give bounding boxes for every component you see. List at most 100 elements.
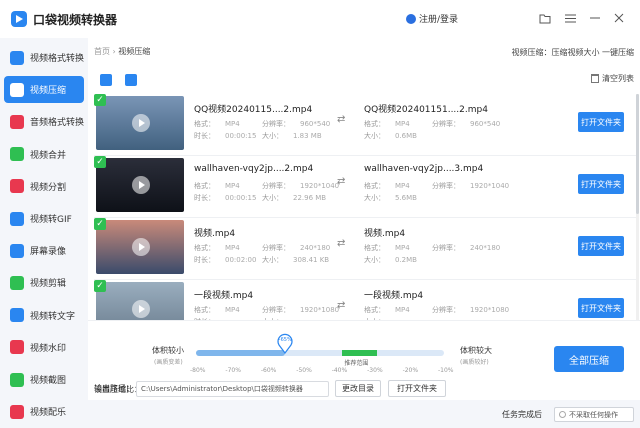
- source-resolution: 分辨率： 1920*1080: [262, 306, 340, 314]
- output-resolution: 分辨率： 960*540: [432, 120, 501, 128]
- slider-tick-label: -10%: [438, 367, 454, 374]
- output-resolution: 分辨率： 240*180: [432, 244, 501, 252]
- play-icon[interactable]: [132, 300, 150, 318]
- sidebar-item[interactable]: 视频格式转换: [4, 44, 84, 71]
- sidebar-item[interactable]: 音频格式转换: [4, 108, 84, 135]
- video-thumbnail[interactable]: [96, 158, 184, 212]
- recommend-range-bar: [342, 350, 378, 356]
- source-resolution: 分辨率： 960*540: [262, 120, 331, 128]
- source-format: 格式： MP4: [194, 306, 240, 314]
- menu-icon[interactable]: [562, 10, 578, 26]
- video-thumbnail[interactable]: [96, 96, 184, 150]
- small-size-sub: (画质变差): [154, 359, 183, 366]
- selected-check-icon[interactable]: ✓: [94, 280, 106, 292]
- output-resolution: 分辨率： 1920*1040: [432, 182, 510, 190]
- file-row: ✓一段视频.mp4格式：MP4分辨率：1920*1080时长：大小：⇄一段视频.…: [94, 280, 636, 320]
- sidebar-item-label: 音频格式转换: [30, 118, 85, 129]
- sidebar-item-label: 视频转GIF: [30, 215, 72, 225]
- sidebar-item-label: 视频剪辑: [30, 279, 67, 290]
- source-file-name: 视频.mp4: [194, 229, 236, 239]
- folder-icon[interactable]: [537, 10, 553, 26]
- source-format: 格式： MP4: [194, 244, 240, 252]
- output-file-name: 视频.mp4: [364, 229, 406, 239]
- output-file-name: wallhaven-vqy2jp....3.mp4: [364, 164, 484, 174]
- play-icon[interactable]: [132, 176, 150, 194]
- source-format: 格式： MP4: [194, 182, 240, 190]
- scrollbar-thumb[interactable]: [636, 94, 639, 214]
- file-list: ✓ QQ视频20240115....2.mp4 格式： MP4 分辨率： 960*540 时…: [94, 94, 636, 320]
- user-icon: [406, 13, 416, 24]
- output-path-label: 输出路径：: [94, 384, 134, 393]
- open-folder-button[interactable]: 打开文件夹: [578, 236, 624, 256]
- app-title: 口袋视频转换器: [33, 12, 118, 27]
- breadcrumb-sep: ›: [112, 47, 116, 56]
- output-file-name: QQ视频2024011​51....2.mp4: [364, 105, 488, 115]
- add-file-icon[interactable]: [100, 74, 112, 86]
- sidebar-item[interactable]: 视频配乐: [4, 398, 84, 425]
- compress-all-button[interactable]: 全部压缩: [554, 346, 624, 372]
- selected-check-icon[interactable]: ✓: [94, 218, 106, 230]
- source-format: 格式： MP4: [194, 120, 240, 128]
- sidebar-item[interactable]: 视频截图: [4, 366, 84, 393]
- sidebar-item-label: 屏幕录像: [30, 247, 67, 258]
- slider-tick-label: -50%: [296, 367, 312, 374]
- slider-handle[interactable]: -65%: [276, 332, 294, 354]
- breadcrumb-home[interactable]: 首页: [94, 47, 110, 56]
- sidebar-item-label: 视频截图: [30, 376, 67, 386]
- slider-fill: [196, 350, 286, 356]
- sidebar-item[interactable]: 视频剪辑: [4, 269, 84, 296]
- add-folder-icon[interactable]: [125, 74, 137, 86]
- clear-list-button[interactable]: 清空列表: [591, 73, 634, 84]
- source-file-name: 一段视频.mp4: [194, 291, 254, 301]
- sidebar-item-icon: [10, 340, 24, 355]
- play-icon[interactable]: [132, 114, 150, 132]
- after-task-select[interactable]: 不采取任何操作: [554, 407, 634, 422]
- sidebar-item[interactable]: 屏幕录像: [4, 237, 84, 264]
- slider-tick-label: -70%: [225, 367, 241, 374]
- change-directory-button[interactable]: 更改目录: [335, 380, 381, 397]
- app-logo-icon: [11, 11, 27, 27]
- slider-value-label: -65%: [278, 337, 292, 343]
- slider-tick-label: -80%: [190, 367, 206, 374]
- close-icon[interactable]: [611, 10, 627, 26]
- output-file-name: 一段视频.mp4: [364, 291, 424, 301]
- sidebar-item-label: 视频转文字: [30, 311, 76, 322]
- open-output-folder-button[interactable]: 打开文件夹: [388, 380, 446, 397]
- minimize-icon[interactable]: [587, 10, 603, 26]
- source-size: 大小： 22.96 MB: [262, 194, 327, 202]
- after-task-option: 不采取任何操作: [569, 410, 618, 419]
- sidebar-item-icon: [10, 243, 24, 258]
- output-path-input[interactable]: C:\Users\Administrator\Desktop\口袋视频转换器: [136, 381, 329, 397]
- output-size: 大小： 5.6MB: [364, 194, 417, 202]
- sidebar-item[interactable]: 视频分割: [4, 173, 84, 200]
- sidebar-item[interactable]: 视频合并: [4, 141, 84, 168]
- output-resolution: 分辨率： 1920*1080: [432, 306, 510, 314]
- output-size: 大小： 0.2MB: [364, 256, 417, 264]
- compression-slider[interactable]: [196, 350, 444, 356]
- list-scrollbar[interactable]: [636, 94, 639, 320]
- open-folder-button[interactable]: 打开文件夹: [578, 112, 624, 132]
- sidebar-item[interactable]: 视频水印: [4, 334, 84, 361]
- selected-check-icon[interactable]: ✓: [94, 94, 106, 106]
- video-thumbnail[interactable]: [96, 220, 184, 274]
- sidebar-item-icon: [10, 114, 24, 129]
- sidebar-item[interactable]: 视频压缩: [4, 76, 84, 104]
- selected-check-icon[interactable]: ✓: [94, 156, 106, 168]
- sidebar-item-label: 视频合并: [30, 150, 67, 161]
- video-thumbnail[interactable]: [96, 282, 184, 320]
- open-folder-button[interactable]: 打开文件夹: [578, 298, 624, 318]
- play-icon[interactable]: [132, 238, 150, 256]
- sidebar-item-label: 视频压缩: [30, 86, 67, 97]
- source-file-name: wallhaven-vqy2jp....2.mp4: [194, 164, 314, 174]
- source-resolution: 分辨率： 1920*1040: [262, 182, 340, 190]
- login-link[interactable]: 注册/登录: [406, 12, 458, 25]
- sidebar-item-icon: [10, 308, 24, 323]
- source-size: 大小： 1.83 MB: [262, 132, 322, 140]
- sidebar-item-icon: [10, 404, 24, 419]
- sidebar-item[interactable]: 视频转文字: [4, 302, 84, 329]
- open-folder-button[interactable]: 打开文件夹: [578, 174, 624, 194]
- radio-icon: [559, 411, 566, 418]
- source-duration: 时长： 00:02:00: [194, 256, 257, 264]
- sidebar-item-label: 视频配乐: [30, 408, 67, 419]
- sidebar-item[interactable]: 视频转GIF: [4, 205, 84, 232]
